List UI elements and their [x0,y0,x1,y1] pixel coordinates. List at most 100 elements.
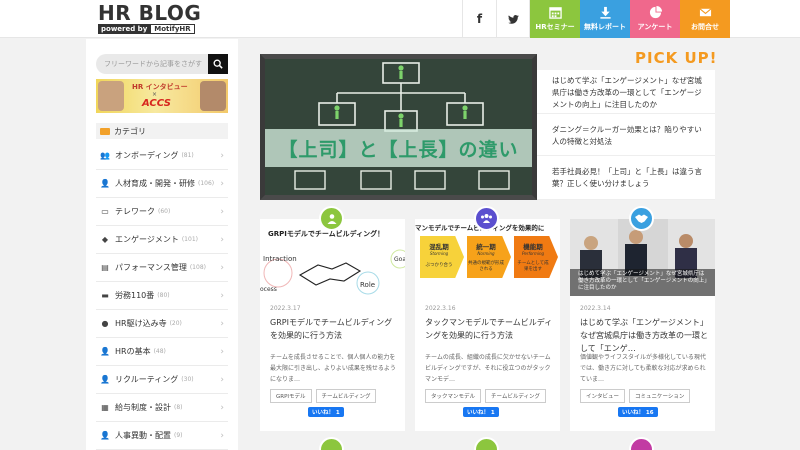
chevron-right-icon: › [220,178,224,189]
card-date: 2022.3.17 [270,305,301,312]
banner-brand: ACCS [142,98,171,109]
svg-text:ocess: ocess [260,286,277,293]
stage-desc: 共通の規範が形成される [468,261,504,272]
card-excerpt: 価値観やライフスタイルが多様化している現代では、働き方に対しても柔軟な対応が求め… [580,354,706,383]
person-icon: 👤 [100,346,110,356]
category-count: (30) [181,376,194,383]
featured-article[interactable]: 【上司】と【上長】の違い [260,54,537,200]
pickup-item[interactable]: ダニング＝クルーガー効果とは？陥りやすい人の特徴と対処法 [537,114,715,156]
person-growth-icon [319,206,344,231]
card-tag[interactable]: コミュニケーション [629,389,691,403]
category-label: 人材育成・開発・研修 [115,179,195,188]
category-item[interactable]: ▤ パフォーマンス管理 (108) › [96,254,228,282]
logo-title: HR BLOG [98,1,202,25]
category-item[interactable]: ▬ 労務110番 (80) › [96,282,228,310]
category-count: (81) [181,152,194,159]
svg-text:Goa: Goa [394,256,405,263]
stage-desc: ぶつかり合う [425,263,453,268]
card-excerpt: チームを成長させることで、個人個人の能力を最大限に引き出し、よりよい成果を残せる… [270,354,396,383]
category-item[interactable]: ◆ エンゲージメント (101) › [96,226,228,254]
stage-name: 混乱期 [429,243,449,251]
chevron-right-icon: › [220,374,224,385]
facebook-icon: f [476,12,483,26]
category-item[interactable]: 👤 HRの基本 (48) › [96,338,228,366]
category-label: 労務110番 [115,291,155,300]
interview-banner[interactable]: HR インタビュー × ACCS [96,79,228,113]
card-tags: インタビュー コミュニケーション [580,389,691,403]
card-tag[interactable]: GRPIモデル [270,389,312,403]
card-date: 2022.3.14 [580,305,611,312]
desk-icon: ▬ [101,290,109,300]
card-tag[interactable]: チームビルディング [315,389,377,403]
card-tag[interactable]: チームビルディング [485,389,546,403]
category-item[interactable]: 👤 人材育成・開発・研修 (106) › [96,170,228,198]
clipboard-icon: ▤ [101,262,109,272]
handshake-icon [629,206,654,231]
article-card[interactable]: はじめて学ぶ「エンゲージメント」なぜ宮城県庁は働き方改革の一環として「エンゲージ… [570,219,715,431]
pickup-heading: PICK UP! [635,49,717,67]
pie-chart-icon [649,6,662,19]
chevron-right-icon: › [220,402,224,413]
card-title: タックマンモデルでチームビルディングを効果的に行う方法 [425,318,553,340]
report-button[interactable]: 無料レポート [580,0,630,38]
next-row-badge-icon [629,437,654,450]
stage-performing: 機能期 Performing チームとして成果を出す [514,236,558,278]
seminar-button[interactable]: HRセミナー [530,0,580,38]
category-label: パフォーマンス管理 [115,263,187,272]
article-card[interactable]: マンモデルでチームビルディングを効果的に 混乱期 Storming ぶつかり合う… [415,219,560,431]
category-item[interactable]: ▦ 給与制度・設計 (8) › [96,394,228,422]
person-growth-icon: 👤 [100,178,110,188]
category-label: オンボーディング [115,151,179,160]
category-label: 人事異動・配置 [115,431,171,440]
chevron-right-icon: › [220,262,224,273]
chevron-right-icon: › [220,234,224,245]
search-button[interactable] [208,54,228,74]
site-logo[interactable]: HR BLOG powered by MotifyHR [98,2,201,34]
search-icon [213,59,223,69]
category-item[interactable]: ● HR駆け込み寺 (20) › [96,310,228,338]
pickup-item[interactable]: はじめて学ぶ「エンゲージメント」なぜ宮城県庁は働き方改革の一環として「エンゲージ… [537,70,715,114]
like-button[interactable]: いいね！ 1 [463,407,499,417]
category-count: (48) [153,348,166,355]
social-links: f [462,0,530,38]
stage-en: Performing [521,251,545,256]
contact-button[interactable]: お問合せ [680,0,730,38]
pickup-item[interactable]: 若手社員必見！「上司」と「上長」は違う言葉？正しく使い分けましょう [537,156,715,200]
stage-en: Storming [429,251,449,256]
category-item[interactable]: 👤 リクルーティング (30) › [96,366,228,394]
chevron-right-icon: › [220,318,224,329]
site-header: HR BLOG powered by MotifyHR f HRセミナー 無料レ… [0,0,800,38]
like-button[interactable]: いいね！ 16 [618,407,658,417]
survey-button[interactable]: アンケート [630,0,680,38]
transfer-icon: 👤 [100,430,110,440]
facebook-button[interactable]: f [462,0,496,38]
category-count: (106) [198,180,215,187]
chevron-right-icon: › [220,430,224,441]
users-icon: 👥 [100,150,110,160]
category-item[interactable]: 👥 オンボーディング (81) › [96,142,228,170]
category-label: リクルーティング [115,375,179,384]
category-list: 👥 オンボーディング (81) › 👤 人材育成・開発・研修 (106) › ▭… [96,142,228,450]
card-tag[interactable]: タックマンモデル [425,389,482,403]
category-item[interactable]: ▭ テレワーク (60) › [96,198,228,226]
category-label: 給与制度・設計 [115,403,171,412]
card-tag[interactable]: インタビュー [580,389,626,403]
category-item[interactable]: 👤 人事異動・配置 (9) › [96,422,228,450]
card-date: 2022.3.16 [425,305,456,312]
category-label: テレワーク [115,207,155,216]
users-icon [474,206,499,231]
svg-text:Role: Role [360,281,375,289]
header-cta-buttons: HRセミナー 無料レポート アンケート お問合せ [530,0,730,38]
stage-name: 機能期 [523,243,543,251]
banner-title: HR インタビュー [132,83,188,91]
contact-label: お問合せ [691,23,719,31]
like-button[interactable]: いいね！ 1 [308,407,344,417]
category-count: (9) [174,432,183,439]
category-count: (80) [157,292,170,299]
svg-text:Intraction: Intraction [263,255,297,263]
search-box [96,54,228,74]
twitter-button[interactable] [496,0,530,38]
article-card[interactable]: GRPIモデルでチームビルディング！ Intraction Role ocess… [260,219,405,431]
chevron-right-icon: › [220,206,224,217]
search-input[interactable] [104,57,204,71]
